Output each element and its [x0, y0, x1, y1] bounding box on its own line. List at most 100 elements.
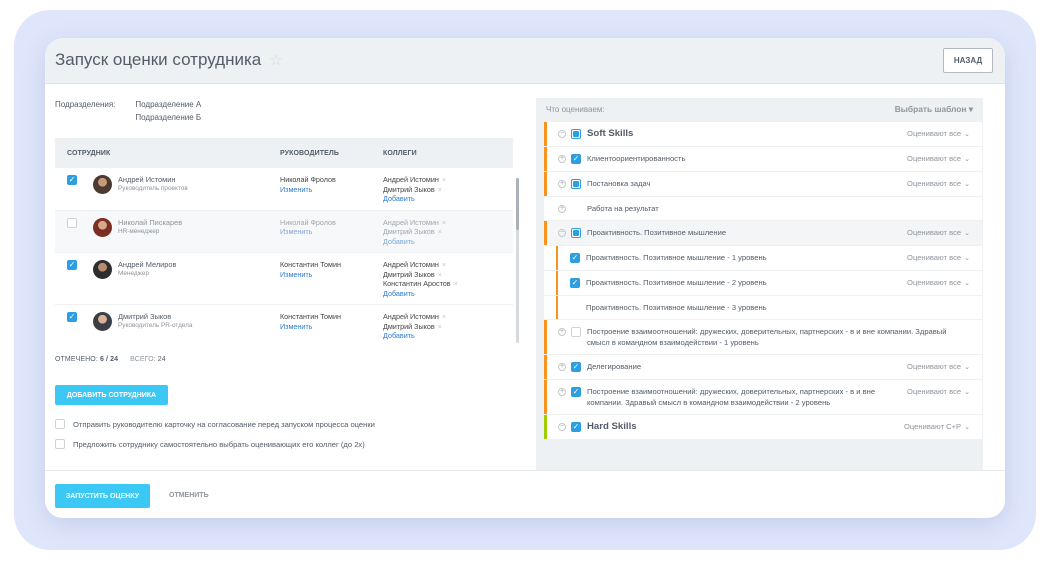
header-manager: РУКОВОДИТЕЛЬ: [280, 149, 339, 157]
evaluators-dropdown[interactable]: Оценивают все ⌄: [907, 153, 970, 165]
evaluators-dropdown[interactable]: Оценивают все ⌄: [907, 361, 970, 373]
competency-row[interactable]: − Soft Skills Оценивают все ⌄: [544, 122, 982, 147]
competency-checkbox[interactable]: ✓: [571, 154, 581, 164]
header-colleagues: КОЛЛЕГИ: [383, 149, 417, 157]
chevron-down-icon: ⌄: [964, 230, 970, 237]
competency-row[interactable]: Проактивность. Позитивное мышление - 3 у…: [544, 296, 982, 320]
colleague-item: Константин Аростов ×: [383, 279, 503, 289]
back-button[interactable]: НАЗАД: [943, 48, 993, 73]
remove-colleague-icon[interactable]: ×: [442, 260, 446, 269]
employee-checkbox[interactable]: ✓: [67, 175, 77, 185]
run-assessment-button[interactable]: ЗАПУСТИТЬ ОЦЕНКУ: [55, 484, 150, 508]
competency-row[interactable]: − ✓ Hard Skills Оценивают С+Р ⌄: [544, 415, 982, 440]
employee-role: Руководитель PR-отдела: [118, 322, 193, 329]
employee-checkbox[interactable]: ✓: [67, 312, 77, 322]
competency-checkbox[interactable]: [571, 129, 581, 139]
competency-label: Построение взаимоотношений: дружеских, д…: [587, 327, 947, 347]
star-icon[interactable]: ☆: [269, 51, 282, 69]
add-colleague-link[interactable]: Добавить: [383, 331, 503, 341]
add-colleague-link[interactable]: Добавить: [383, 289, 503, 299]
collapse-icon[interactable]: −: [558, 130, 566, 138]
competency-row[interactable]: + ✓ Делегирование Оценивают все ⌄: [544, 355, 982, 380]
competency-checkbox[interactable]: [571, 228, 581, 238]
change-manager-link[interactable]: Изменить: [280, 227, 383, 237]
competency-label: Проактивность. Позитивное мышление - 2 у…: [586, 278, 767, 287]
department-item: Подразделение Б: [135, 113, 202, 122]
competency-checkbox[interactable]: [571, 179, 581, 189]
evaluators-dropdown[interactable]: Оценивают все ⌄: [907, 178, 970, 190]
competency-row[interactable]: + ✓ Построение взаимоотношений: дружеских,…: [544, 380, 982, 415]
departments-values: Подразделение А Подразделение Б: [135, 98, 201, 124]
expand-icon[interactable]: +: [558, 328, 566, 336]
footer-bar: ЗАПУСТИТЬ ОЦЕНКУ ОТМЕНИТЬ: [45, 470, 1005, 518]
choose-template-dropdown[interactable]: Выбрать шаблон ▾: [895, 104, 973, 114]
remove-colleague-icon[interactable]: ×: [438, 322, 442, 331]
remove-colleague-icon[interactable]: ×: [454, 279, 458, 288]
remove-colleague-icon[interactable]: ×: [438, 227, 442, 236]
collapse-icon[interactable]: −: [558, 423, 566, 431]
chevron-down-icon: ⌄: [964, 181, 970, 188]
expand-icon[interactable]: +: [558, 180, 566, 188]
header-employee: СОТРУДНИК: [67, 149, 111, 157]
competency-checkbox[interactable]: ✓: [570, 278, 580, 288]
employee-checkbox[interactable]: ✓: [67, 260, 77, 270]
change-manager-link[interactable]: Изменить: [280, 270, 383, 280]
remove-colleague-icon[interactable]: ×: [438, 270, 442, 279]
expand-icon[interactable]: +: [558, 205, 566, 213]
competency-checkbox[interactable]: ✓: [570, 253, 580, 263]
competency-checkbox[interactable]: [571, 327, 581, 337]
competency-row[interactable]: + Работа на результат: [544, 197, 982, 221]
evaluators-dropdown[interactable]: Оценивают С+Р ⌄: [904, 421, 970, 433]
remove-colleague-icon[interactable]: ×: [438, 185, 442, 194]
remove-colleague-icon[interactable]: ×: [442, 218, 446, 227]
competency-label: Постановка задач: [587, 179, 651, 188]
expand-icon[interactable]: +: [558, 363, 566, 371]
collapse-icon[interactable]: −: [558, 229, 566, 237]
colleague-name: Дмитрий Зыков: [383, 269, 435, 279]
evaluators-dropdown[interactable]: Оценивают все ⌄: [907, 277, 970, 289]
colleague-name: Дмитрий Зыков: [383, 184, 435, 194]
competency-row[interactable]: + Постановка задач Оценивают все ⌄: [544, 172, 982, 197]
option-checkbox[interactable]: [55, 419, 65, 429]
evaluators-dropdown[interactable]: Оценивают все ⌄: [907, 252, 970, 264]
change-manager-link[interactable]: Изменить: [280, 185, 383, 195]
expand-icon[interactable]: +: [558, 388, 566, 396]
competency-row[interactable]: ✓ Проактивность. Позитивное мышление - 2 …: [544, 271, 982, 296]
manager-name: Николай Фролов: [280, 175, 336, 184]
add-employee-button[interactable]: ДОБАВИТЬ СОТРУДНИКА: [55, 385, 168, 405]
add-colleague-link[interactable]: Добавить: [383, 237, 503, 247]
evaluators-dropdown[interactable]: Оценивают все ⌄: [907, 128, 970, 140]
chevron-down-icon: ▾: [968, 104, 973, 114]
cancel-link[interactable]: ОТМЕНИТЬ: [169, 492, 209, 499]
option-send-to-manager[interactable]: Отправить руководителю карточку на согла…: [55, 419, 375, 429]
chevron-down-icon: ⌄: [964, 131, 970, 138]
employee-cell: ✓ Дмитрий Зыков Руководитель PR-отдела: [55, 312, 280, 341]
competency-row[interactable]: + Построение взаимоотношений: дружеских, …: [544, 320, 982, 355]
competency-row[interactable]: − Проактивность. Позитивное мышление Оцени…: [544, 221, 982, 246]
competency-checkbox[interactable]: ✓: [571, 362, 581, 372]
evaluators-dropdown[interactable]: Оценивают все ⌄: [907, 386, 970, 398]
competency-label: Клиентоориентированность: [587, 154, 686, 163]
choose-template-label: Выбрать шаблон: [894, 104, 967, 114]
evaluators-dropdown[interactable]: Оценивают все ⌄: [907, 227, 970, 239]
add-colleague-link[interactable]: Добавить: [383, 194, 503, 204]
employee-role: Руководитель проектов: [118, 185, 188, 192]
evaluators-label: Оценивают все: [907, 362, 962, 371]
colleagues-cell: Андрей Истомин × Дмитрий Зыков × Добавить: [383, 312, 503, 341]
scrollbar-thumb[interactable]: [516, 178, 519, 230]
competency-checkbox[interactable]: ✓: [571, 387, 581, 397]
competency-row[interactable]: + ✓ Клиентоориентированность Оценивают все ⌄: [544, 147, 982, 172]
evaluators-label: Оценивают все: [907, 129, 962, 138]
option-self-select-colleagues[interactable]: Предложить сотруднику самостоятельно выб…: [55, 439, 365, 449]
expand-icon[interactable]: +: [558, 155, 566, 163]
remove-colleague-icon[interactable]: ×: [442, 312, 446, 321]
employee-role: HR-менеджер: [118, 227, 160, 235]
table-scrollbar[interactable]: [516, 178, 519, 343]
change-manager-link[interactable]: Изменить: [280, 322, 383, 332]
competency-checkbox[interactable]: ✓: [571, 422, 581, 432]
option-checkbox[interactable]: [55, 439, 65, 449]
employee-cell: Николай Пискарев HR-менеджер: [55, 217, 280, 247]
employee-checkbox[interactable]: [67, 217, 77, 228]
competency-row[interactable]: ✓ Проактивность. Позитивное мышление - 1 …: [544, 246, 982, 271]
remove-colleague-icon[interactable]: ×: [442, 175, 446, 184]
